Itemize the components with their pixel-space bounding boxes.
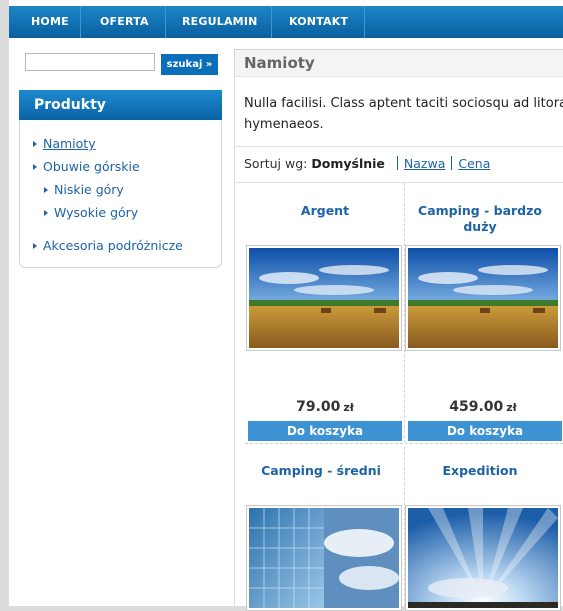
product-title-line: Expedition [442,463,518,478]
product-title[interactable]: Camping - bardzo duży [402,203,558,235]
price-value: 459.00 [449,399,504,415]
nav-home[interactable]: HOME [31,6,69,38]
sidebar-item-label: Obuwie górskie [43,159,140,174]
sort-by-name-link[interactable]: Nazwa [404,156,445,171]
sidebar-item-label: Niskie góry [54,182,124,197]
product-image[interactable] [246,245,402,351]
top-navigation: HOME OFERTA REGULAMIN KONTAKT [9,6,563,38]
arrow-right-icon [33,141,37,147]
product-title-line: Argent [300,203,350,218]
nav-kontakt[interactable]: KONTAKT [289,6,348,38]
sun-rays-image [408,508,558,608]
product-price: 459.00 zł [405,399,561,415]
sidebar-item-obuwie-gorskie[interactable]: Obuwie górskie [33,159,140,174]
description-line: hymenaeos. [244,117,324,132]
sidebar-item-label: Wysokie góry [54,205,139,220]
nav-regulamin[interactable]: REGULAMIN [182,6,258,38]
add-to-cart-button[interactable]: Do koszyka [408,421,562,441]
field-landscape-image [408,248,558,348]
separator [451,156,453,170]
arrow-right-icon [33,164,37,170]
description-line: Nulla facilisi. Class aptent taciti soci… [244,96,563,111]
product-title[interactable]: Camping - średni [243,463,399,479]
arrow-right-icon [33,243,37,249]
nav-separator [80,6,81,38]
product-title-line: Camping - bardzo [418,203,542,218]
page-title: Namioty [244,54,315,72]
sidebar-item-niskie-gory[interactable]: Niskie góry [44,182,124,197]
arrow-right-icon [44,210,48,216]
nav-separator [364,6,365,38]
product-image[interactable] [246,505,402,611]
search-input[interactable] [25,53,155,71]
divider [235,146,563,147]
sort-label: Sortuj wg: [244,156,308,171]
category-description: Nulla facilisi. Class aptent taciti soci… [244,93,563,135]
glass-building-image [249,508,399,608]
search-button[interactable]: szukaj » [161,54,218,75]
price-value: 79.00 [296,399,341,415]
arrow-right-icon [44,187,48,193]
sort-current: Domyślnie [311,156,385,171]
sidebar-item-label: Namioty [43,136,96,151]
grid-divider [245,443,563,444]
product-title[interactable]: Expedition [402,463,558,479]
sidebar-item-wysokie-gory[interactable]: Wysokie góry [44,205,138,220]
sidebar-item-namioty[interactable]: Namioty [33,136,96,151]
sort-by-price-link[interactable]: Cena [458,156,490,171]
field-landscape-image [249,248,399,348]
nav-oferta[interactable]: OFERTA [100,6,149,38]
sidebar-item-akcesoria[interactable]: Akcesoria podróżnicze [33,238,183,253]
nav-separator [165,6,166,38]
sidebar-title: Produkty [19,90,222,120]
nav-separator [271,6,272,38]
product-title-line: Camping - średni [261,463,381,478]
divider [235,182,563,183]
product-image[interactable] [405,245,561,351]
price-currency: zł [506,401,517,414]
product-title[interactable]: Argent [247,203,403,219]
add-to-cart-button[interactable]: Do koszyka [248,421,402,441]
product-price: 79.00 zł [247,399,403,415]
product-image[interactable] [405,505,561,611]
sort-bar: Sortuj wg: Domyślnie Nazwa Cena [244,156,490,171]
sidebar-item-label: Akcesoria podróżnicze [43,238,183,253]
product-title-line: duży [463,219,497,234]
price-currency: zł [343,401,354,414]
content-border [234,77,235,606]
separator [396,156,398,170]
